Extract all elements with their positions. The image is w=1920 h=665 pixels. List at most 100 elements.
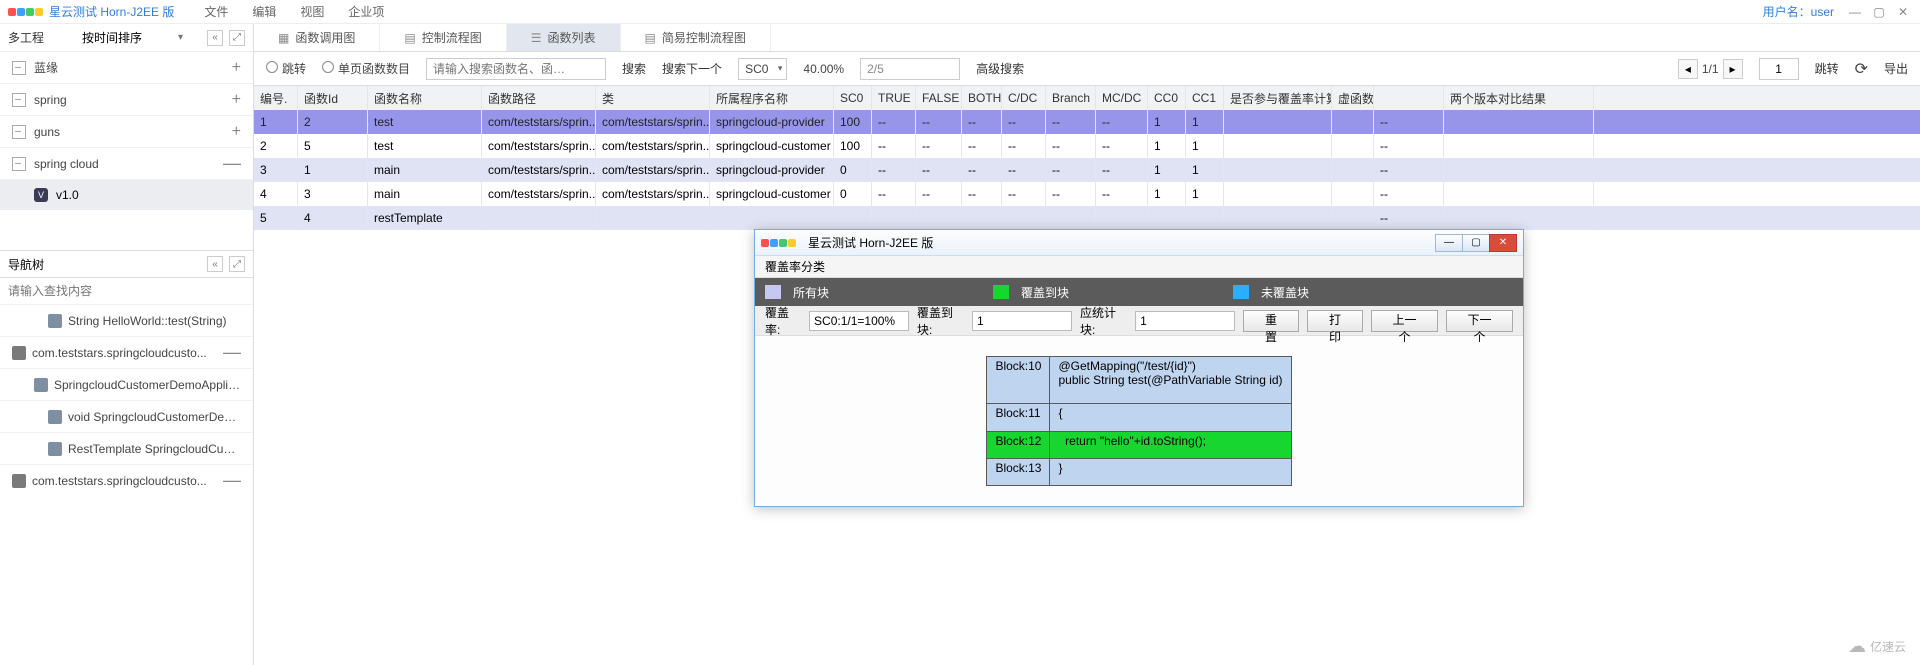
nav-item[interactable]: RestTemplate SpringcloudCustome <box>0 432 253 464</box>
table-cell: -- <box>1374 134 1444 158</box>
next-page-button[interactable]: ▸ <box>1723 59 1743 79</box>
table-row[interactable]: 43maincom/teststars/sprin...com/teststar… <box>254 182 1920 206</box>
column-header[interactable]: BOTH <box>962 86 1002 110</box>
chevron-down-icon: ▾ <box>178 32 183 43</box>
nav-search-input[interactable] <box>8 284 245 298</box>
menu-view[interactable]: 视图 <box>300 3 324 20</box>
close-icon[interactable]: ✕ <box>1489 234 1517 252</box>
print-button[interactable]: 打印 <box>1307 310 1363 332</box>
table-row[interactable]: 54restTemplate-- <box>254 206 1920 230</box>
search-button[interactable]: 搜索 <box>622 60 646 77</box>
jump-radio[interactable]: 跳转 <box>266 60 306 77</box>
column-header[interactable]: 类 <box>596 86 710 110</box>
column-header[interactable]: 函数Id <box>298 86 368 110</box>
table-cell <box>962 206 1002 230</box>
column-header[interactable]: Branch <box>1046 86 1096 110</box>
column-header[interactable]: 函数路径 <box>482 86 596 110</box>
plus-icon[interactable]: + <box>232 123 241 141</box>
prev-button[interactable]: 上一个 <box>1371 310 1438 332</box>
column-header[interactable]: MC/DC <box>1096 86 1148 110</box>
minimize-icon[interactable]: — <box>1846 5 1864 19</box>
refresh-icon[interactable]: ⟳ <box>1855 59 1868 79</box>
table-cell: com/teststars/sprin... <box>596 182 710 206</box>
table-row[interactable]: 12testcom/teststars/sprin...com/teststar… <box>254 110 1920 134</box>
modal-titlebar[interactable]: 星云测试 Horn-J2EE 版 — ▢ ✕ <box>755 230 1523 256</box>
nav-item[interactable]: void SpringcloudCustomerDemoAp <box>0 400 253 432</box>
list-icon: ☰ <box>531 31 542 45</box>
tab-simple-flow[interactable]: ▤简易控制流程图 <box>621 24 771 51</box>
search-next-button[interactable]: 搜索下一个 <box>662 60 722 77</box>
column-header[interactable]: 函数名称 <box>368 86 482 110</box>
fraction-input[interactable] <box>860 58 960 80</box>
rate-input[interactable] <box>809 311 909 331</box>
next-button[interactable]: 下一个 <box>1446 310 1513 332</box>
sidebar-title: 多工程 <box>8 29 44 46</box>
should-input[interactable] <box>1135 311 1235 331</box>
search-input[interactable] <box>426 58 606 80</box>
covered-input[interactable] <box>972 311 1072 331</box>
maximize-icon[interactable]: ▢ <box>1870 5 1888 19</box>
collapse-left-icon[interactable]: « <box>207 30 223 46</box>
code-block-row[interactable]: Block:10@GetMapping("/test/{id}") public… <box>987 357 1291 404</box>
project-item[interactable]: spring+ <box>0 84 253 116</box>
project-item[interactable]: 蓝缘+ <box>0 52 253 84</box>
column-header[interactable]: 是否参与覆盖率计算 <box>1224 86 1332 110</box>
single-page-radio[interactable]: 单页函数数目 <box>322 60 410 77</box>
project-version[interactable]: Vv1.0 <box>0 180 253 210</box>
table-cell: 2 <box>254 134 298 158</box>
project-item[interactable]: spring cloud— <box>0 148 253 180</box>
table-row[interactable]: 25testcom/teststars/sprin...com/teststar… <box>254 134 1920 158</box>
plus-icon[interactable]: + <box>232 59 241 77</box>
top-menu: 文件 编辑 视图 企业项 <box>204 3 384 20</box>
minimize-icon[interactable]: — <box>1435 234 1463 252</box>
tab-call-graph[interactable]: ▦函数调用图 <box>254 24 380 51</box>
export-button[interactable]: 导出 <box>1884 60 1908 77</box>
code-block-row[interactable]: Block:11{ <box>987 404 1291 431</box>
expand-icon[interactable]: ⤢ <box>229 256 245 272</box>
nav-search <box>0 278 253 304</box>
tab-control-flow[interactable]: ▤控制流程图 <box>380 24 506 51</box>
column-header[interactable]: 编号. <box>254 86 298 110</box>
maximize-icon[interactable]: ▢ <box>1462 234 1490 252</box>
table-row[interactable]: 31maincom/teststars/sprin...com/teststar… <box>254 158 1920 182</box>
sort-select[interactable]: 按时间排序▾ <box>82 29 183 46</box>
column-header[interactable]: 虚函数值 <box>1332 86 1374 110</box>
column-header[interactable]: FALSE <box>916 86 962 110</box>
minus-icon[interactable]: — <box>223 470 241 491</box>
nav-item[interactable]: SpringcloudCustomerDemoApplica... <box>0 368 253 400</box>
column-header[interactable]: CC1 <box>1186 86 1224 110</box>
metric-select[interactable]: SC0 <box>738 58 787 80</box>
menu-enterprise[interactable]: 企业项 <box>348 3 384 20</box>
column-header[interactable]: CC0 <box>1148 86 1186 110</box>
menu-file[interactable]: 文件 <box>204 3 228 20</box>
column-header[interactable]: TRUE <box>872 86 916 110</box>
collapse-left-icon[interactable]: « <box>207 256 223 272</box>
table-cell <box>1332 110 1374 134</box>
nav-item[interactable]: com.teststars.springcloudcusto...— <box>0 464 253 496</box>
project-item[interactable]: guns+ <box>0 116 253 148</box>
advanced-search-button[interactable]: 高级搜索 <box>976 60 1024 77</box>
jump-button[interactable]: 跳转 <box>1815 60 1839 77</box>
minus-icon[interactable]: — <box>223 342 241 363</box>
prev-page-button[interactable]: ◂ <box>1678 59 1698 79</box>
column-header[interactable]: 两个版本对比结果 <box>1444 86 1594 110</box>
column-header[interactable]: SC0 <box>834 86 872 110</box>
column-header[interactable] <box>1374 86 1444 110</box>
code-block-row[interactable]: Block:13} <box>987 458 1291 485</box>
code-block-row[interactable]: Block:12 return "hello"+id.toString(); <box>987 431 1291 458</box>
menu-edit[interactable]: 编辑 <box>252 3 276 20</box>
column-header[interactable]: 所属程序名称 <box>710 86 834 110</box>
column-header[interactable]: C/DC <box>1002 86 1046 110</box>
plus-icon[interactable]: + <box>232 91 241 109</box>
should-label: 应统计块: <box>1080 304 1127 338</box>
table-cell: 100 <box>834 110 872 134</box>
table-cell <box>1444 206 1594 230</box>
close-icon[interactable]: ✕ <box>1894 5 1912 19</box>
nav-item[interactable]: String HelloWorld::test(String) <box>0 304 253 336</box>
reset-button[interactable]: 重置 <box>1243 310 1299 332</box>
nav-item[interactable]: com.teststars.springcloudcusto...— <box>0 336 253 368</box>
expand-icon[interactable]: ⤢ <box>229 30 245 46</box>
tab-function-list[interactable]: ☰函数列表 <box>507 24 621 51</box>
page-input[interactable] <box>1759 58 1799 80</box>
minus-icon[interactable]: — <box>223 153 241 174</box>
